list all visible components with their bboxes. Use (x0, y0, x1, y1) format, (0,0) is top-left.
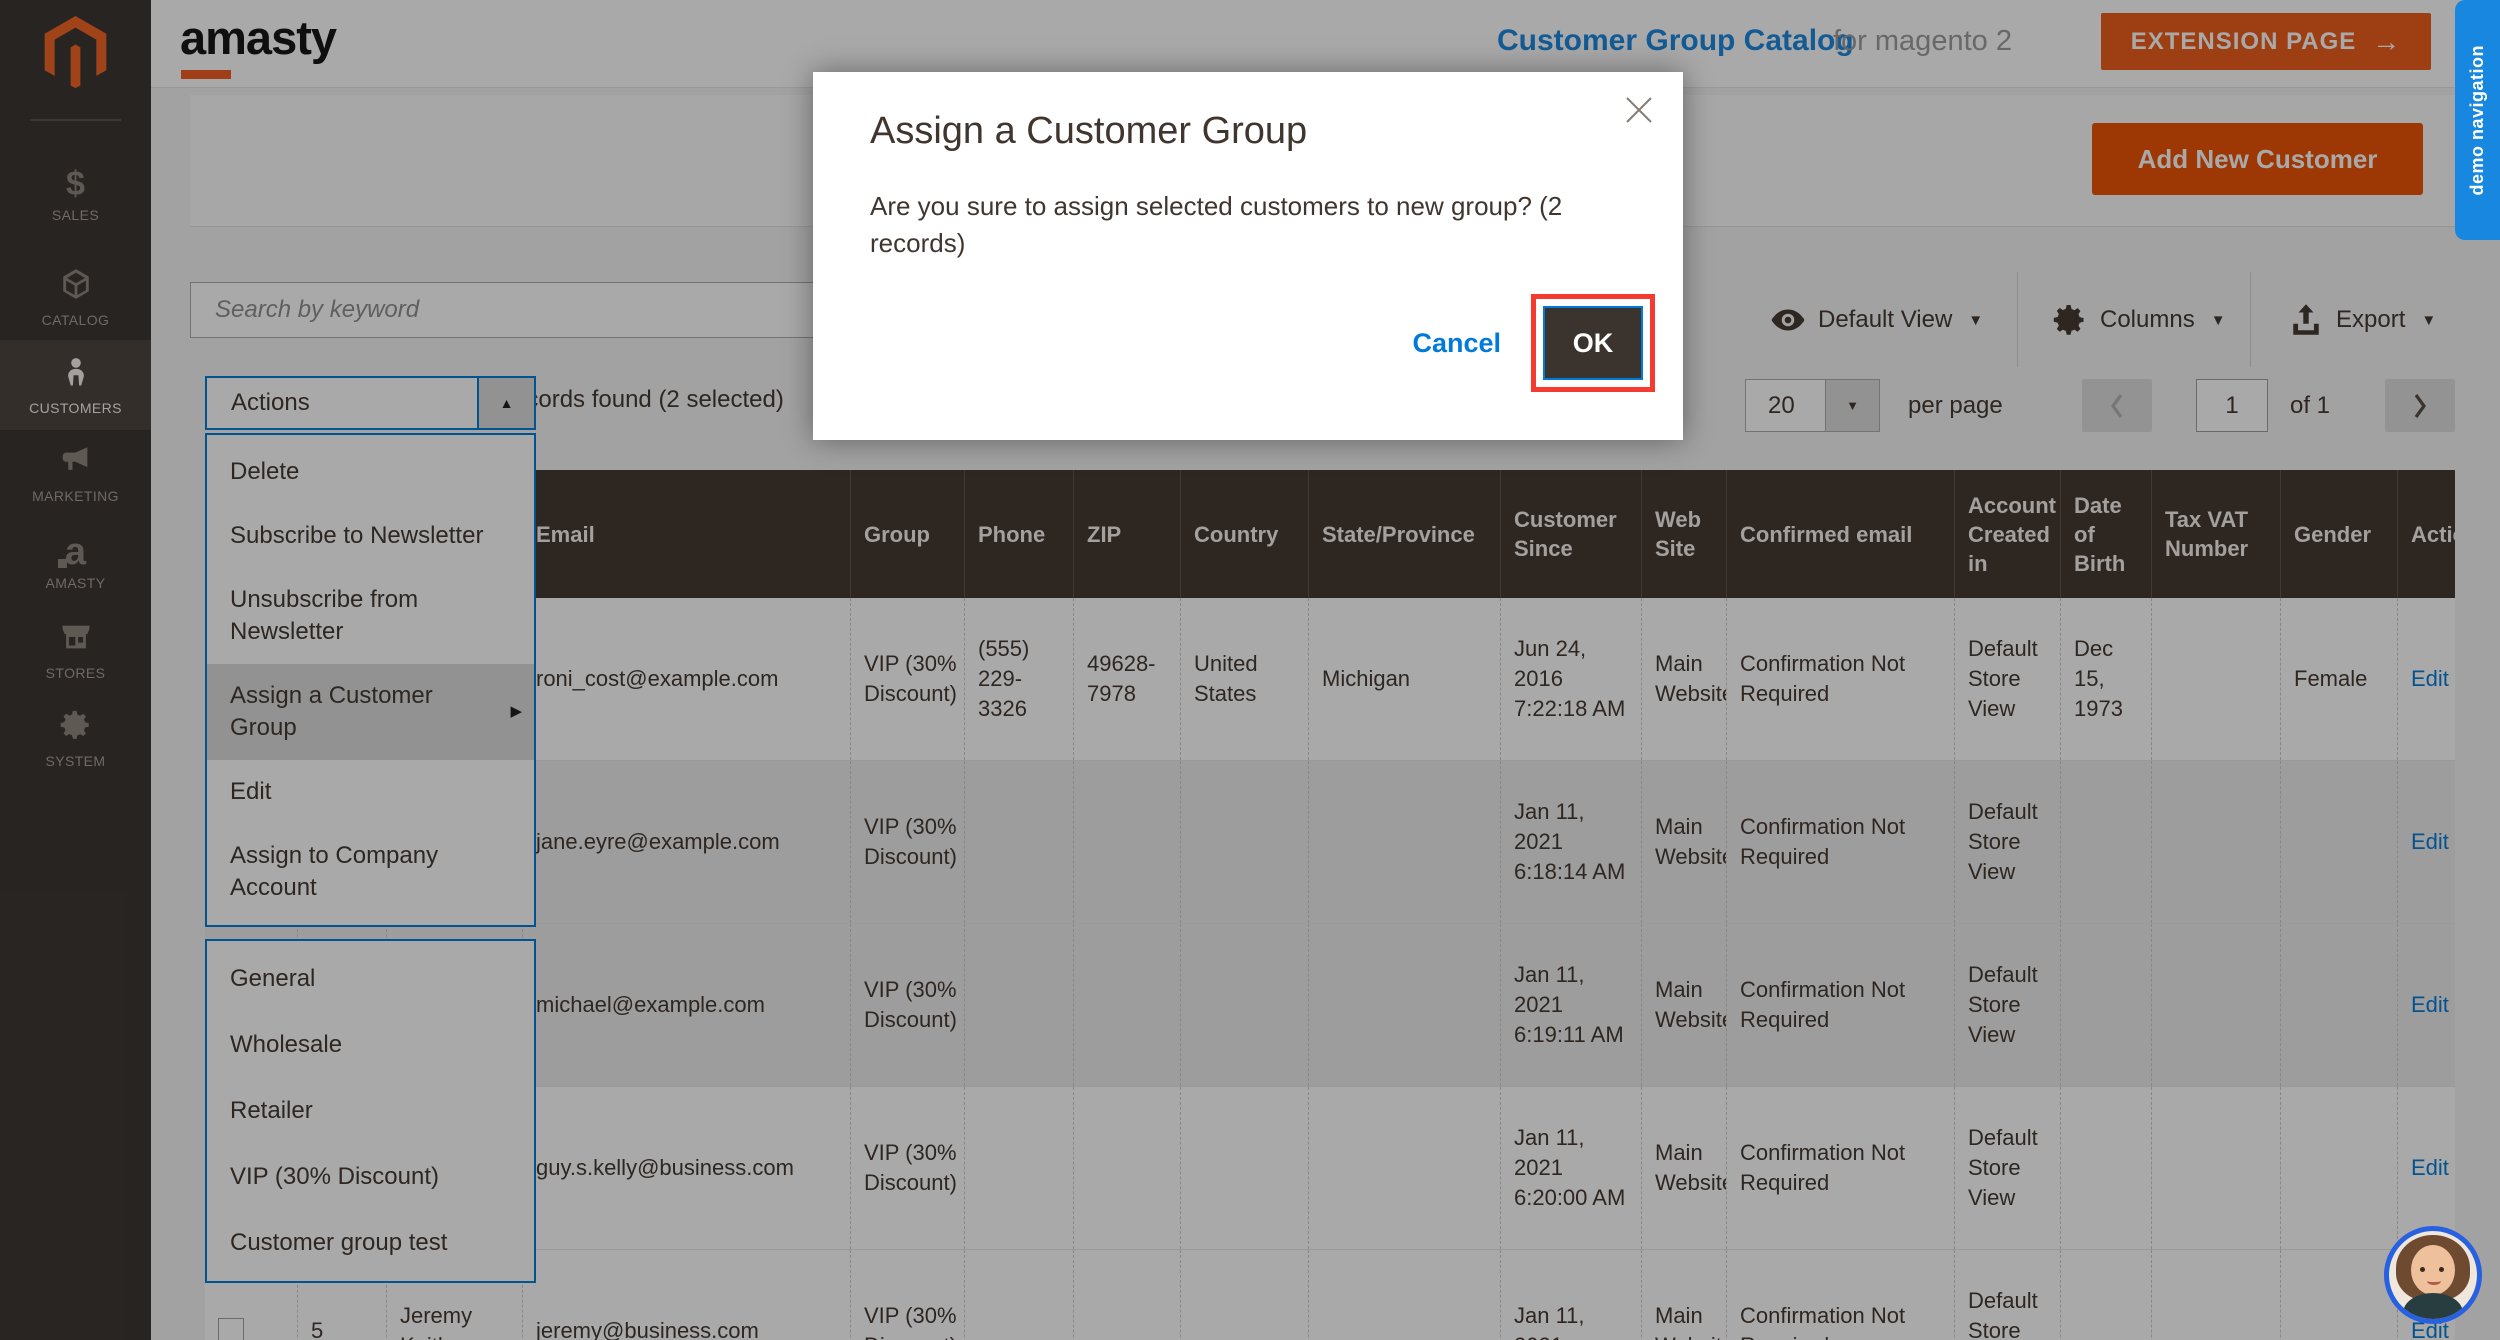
assign-group-modal: Assign a Customer Group Are you sure to … (813, 72, 1683, 440)
modal-message: Are you sure to assign selected customer… (870, 188, 1640, 262)
chat-widget-avatar[interactable] (2384, 1226, 2482, 1324)
demo-navigation-label: demo navigation (2467, 45, 2488, 196)
ok-button[interactable]: OK (1543, 306, 1643, 380)
modal-title: Assign a Customer Group (870, 110, 1307, 153)
close-icon[interactable] (1621, 92, 1657, 128)
cancel-button[interactable]: Cancel (1412, 328, 1501, 359)
avatar-eye (2439, 1267, 2444, 1272)
ok-button-highlight-ring: OK (1531, 294, 1655, 392)
magento-admin-page: amasty Customer Group Catalog for magent… (0, 0, 2500, 1340)
modal-actions: Cancel OK (1412, 294, 1655, 392)
demo-navigation-tab[interactable]: demo navigation (2455, 0, 2500, 240)
avatar-eye (2420, 1267, 2425, 1272)
avatar-smile (2427, 1277, 2441, 1285)
avatar-face (2411, 1245, 2455, 1295)
